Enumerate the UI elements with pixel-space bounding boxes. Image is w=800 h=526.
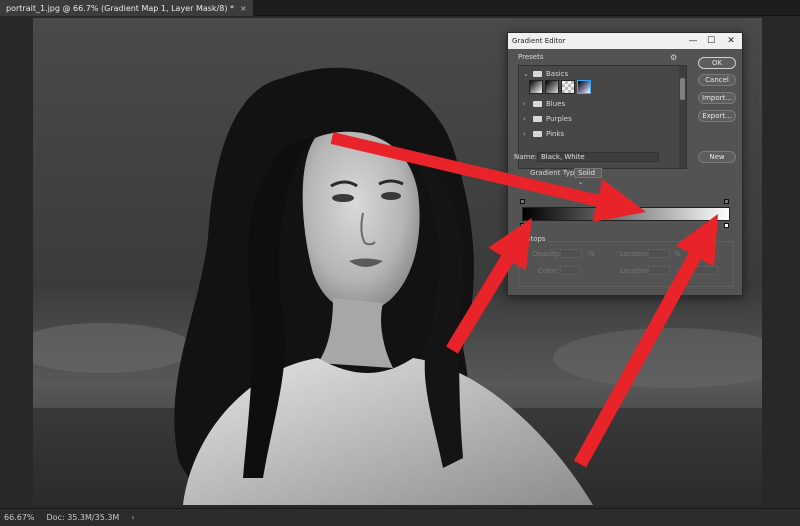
gradient-bar[interactable]	[522, 207, 730, 221]
chevron-down-icon[interactable]: ⌄	[523, 70, 529, 78]
doc-size: Doc: 35.3M/35.3M	[46, 513, 120, 522]
color-stop-right[interactable]	[724, 223, 729, 228]
color-swatch[interactable]	[560, 266, 580, 275]
chevron-right-icon[interactable]: ›	[523, 100, 529, 108]
new-button[interactable]: New	[698, 151, 736, 163]
stops-group	[518, 241, 734, 287]
opacity-stop-right[interactable]	[724, 199, 729, 204]
maximize-icon[interactable]: ☐	[702, 33, 720, 49]
gradient-type-value: Solid	[578, 169, 596, 177]
preset-group-purples[interactable]: › Purples	[523, 113, 572, 125]
preset-swatch-selected[interactable]	[577, 80, 591, 94]
preset-group-basics[interactable]: ⌄ Basics	[523, 68, 568, 80]
document-tab-title: portrait_1.jpg @ 66.7% (Gradient Map 1, …	[6, 3, 234, 13]
name-field[interactable]: Black, White	[537, 152, 659, 162]
preset-swatch[interactable]	[561, 80, 575, 94]
ok-button[interactable]: OK	[698, 57, 736, 69]
document-tab[interactable]: portrait_1.jpg @ 66.7% (Gradient Map 1, …	[0, 0, 253, 16]
dialog-title: Gradient Editor	[512, 37, 566, 45]
stops-label: Stops	[524, 235, 548, 243]
document-tab-bar: portrait_1.jpg @ 66.7% (Gradient Map 1, …	[0, 0, 800, 16]
preset-swatches	[529, 80, 591, 94]
status-bar: 66.67% Doc: 35.3M/35.3M ›	[0, 508, 800, 526]
preset-group-blues[interactable]: › Blues	[523, 98, 565, 110]
preset-group-label: Basics	[546, 70, 569, 78]
presets-scrollbar[interactable]	[679, 66, 686, 168]
close-icon[interactable]: ✕	[722, 33, 740, 49]
preset-group-label: Blues	[546, 100, 566, 108]
opacity-stop-left[interactable]	[520, 199, 525, 204]
photoshop-window: portrait_1.jpg @ 66.7% (Gradient Map 1, …	[0, 0, 800, 526]
preset-group-label: Pinks	[546, 130, 565, 138]
minimize-icon[interactable]: —	[684, 33, 702, 49]
chevron-right-icon[interactable]: ›	[523, 130, 529, 138]
chevron-right-icon[interactable]: ›	[523, 115, 529, 123]
folder-icon	[533, 116, 542, 122]
opacity-label: Opacity:	[532, 250, 561, 258]
presets-heading[interactable]: Presets	[518, 53, 543, 61]
import-button[interactable]: Import...	[698, 92, 736, 104]
location-unit: %	[674, 250, 681, 258]
opacity-unit: %	[588, 250, 595, 258]
preset-swatch[interactable]	[529, 80, 543, 94]
color-label: Color:	[538, 267, 559, 275]
location-field[interactable]	[648, 266, 670, 275]
preset-group-pinks[interactable]: › Pinks	[523, 128, 564, 140]
cancel-button[interactable]: Cancel	[698, 74, 736, 86]
delete-button[interactable]	[688, 266, 718, 275]
gradient-editor-dialog: Gradient Editor — ☐ ✕ Presets ⚙ ⌄ Basics…	[507, 32, 743, 296]
gradient-type-select[interactable]: Solid ⌄	[574, 168, 602, 186]
close-icon[interactable]: ×	[240, 4, 247, 13]
gear-icon[interactable]: ⚙	[670, 53, 677, 62]
folder-icon	[533, 131, 542, 137]
chevron-right-icon[interactable]: ›	[131, 513, 134, 522]
scroll-thumb[interactable]	[680, 78, 685, 100]
delete-button[interactable]	[688, 249, 718, 258]
location-field[interactable]	[648, 249, 670, 258]
opacity-field[interactable]	[560, 249, 582, 258]
zoom-level[interactable]: 66.67%	[4, 513, 35, 522]
preset-swatch[interactable]	[545, 80, 559, 94]
folder-icon	[533, 101, 542, 107]
preset-group-label: Purples	[546, 115, 572, 123]
export-button[interactable]: Export...	[698, 110, 736, 122]
folder-icon	[533, 71, 542, 77]
name-label: Name:	[514, 153, 538, 161]
color-stop-left[interactable]	[520, 223, 525, 228]
